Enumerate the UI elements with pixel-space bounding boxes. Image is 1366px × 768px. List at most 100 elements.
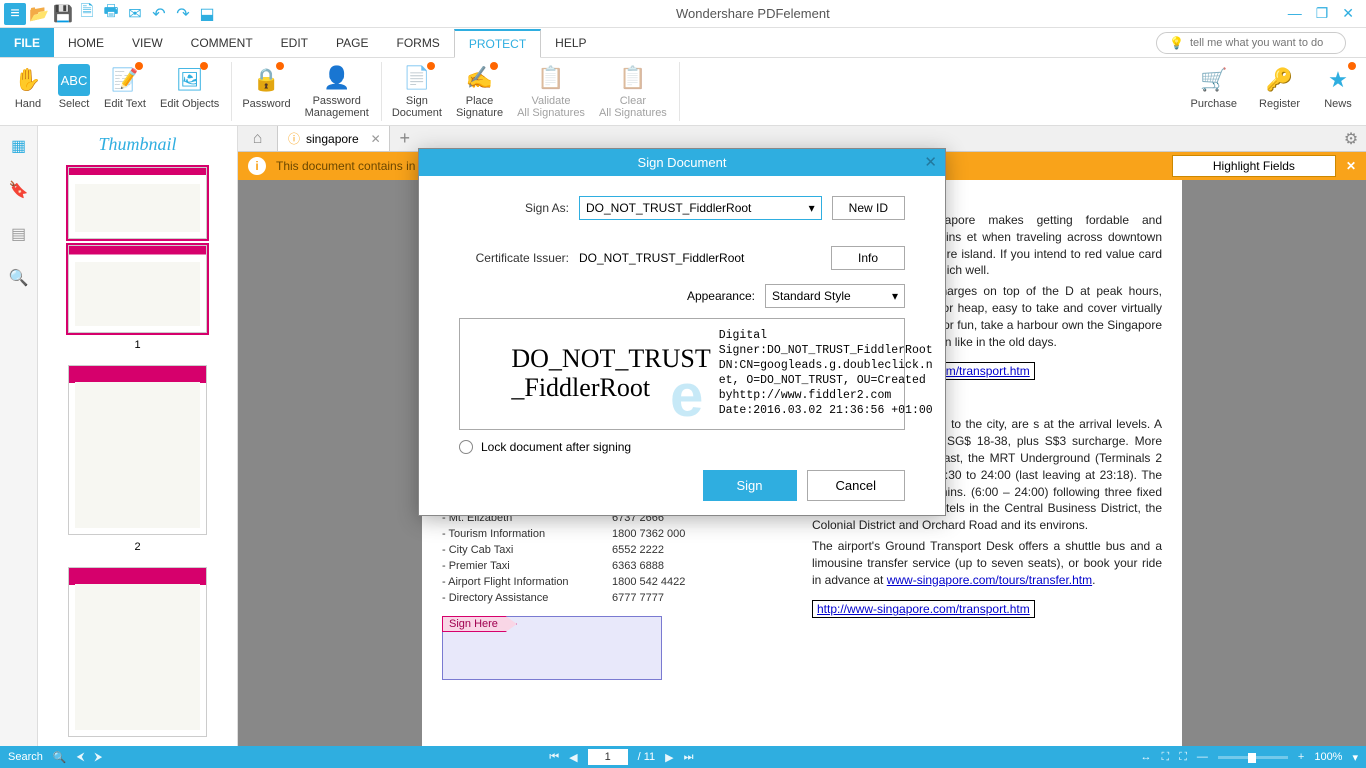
next-page-icon[interactable]: ▶ (665, 751, 673, 764)
thumbnail-title: Thumbnail (38, 126, 237, 163)
document-tab[interactable]: ⓘ singapore ✕ (278, 126, 390, 151)
zoom-out-icon[interactable]: — (1197, 751, 1208, 763)
document-tab-label: singapore (306, 132, 359, 146)
annotations-rail-icon[interactable]: ▤ (9, 224, 29, 244)
edit-objects-button[interactable]: 🖼Edit Objects (154, 62, 225, 121)
bookmarks-rail-icon[interactable]: 🔖 (9, 180, 29, 200)
thumbnails-rail-icon[interactable]: ▦ (9, 136, 29, 156)
contact-row: - City Cab Taxi6552 2222 (442, 542, 792, 558)
link-box-2[interactable]: http://www-singapore.com/transport.htm (812, 600, 1035, 618)
print-icon[interactable]: 🖶 (100, 3, 122, 25)
contact-row: - Airport Flight Information1800 542 442… (442, 574, 792, 590)
status-prev-result-icon[interactable]: ⮜ (77, 751, 85, 764)
tab-edit[interactable]: EDIT (267, 28, 322, 57)
cancel-button[interactable]: Cancel (807, 470, 905, 501)
lock-document-option[interactable]: Lock document after signing (459, 440, 905, 454)
status-search-label[interactable]: Search (8, 751, 43, 763)
tab-help[interactable]: HELP (541, 28, 600, 57)
save-as-icon[interactable]: 🗎 (76, 3, 98, 25)
dialog-close-icon[interactable]: ✕ (924, 153, 937, 171)
radio-icon[interactable] (459, 440, 473, 454)
search-rail-icon[interactable]: 🔍 (9, 268, 29, 288)
key-icon: 🔑 (1264, 64, 1296, 96)
help-search[interactable]: 💡 (1156, 32, 1346, 54)
tab-file[interactable]: FILE (0, 28, 54, 57)
edit-text-button[interactable]: 📝Edit Text (98, 62, 152, 121)
tab-comment[interactable]: COMMENT (177, 28, 267, 57)
tab-view[interactable]: VIEW (118, 28, 177, 57)
place-sig-icon: ✍ (464, 64, 496, 93)
info-button[interactable]: Info (831, 246, 905, 270)
status-search-icon[interactable]: 🔍 (53, 751, 67, 764)
info-icon: ⓘ (288, 130, 300, 147)
open-icon[interactable]: 📂 (28, 3, 50, 25)
undo-icon[interactable]: ↶ (148, 3, 170, 25)
maximize-button[interactable]: ❐ (1316, 5, 1329, 22)
quick-icon[interactable]: ⬓ (196, 3, 218, 25)
close-button[interactable]: ✕ (1342, 5, 1354, 22)
mail-icon[interactable]: ✉ (124, 3, 146, 25)
zoom-slider[interactable] (1218, 756, 1288, 759)
clear-icon: 📋 (617, 64, 649, 93)
prev-page-icon[interactable]: ◀ (569, 751, 577, 764)
news-button[interactable]: ★News (1316, 62, 1360, 112)
contact-row: - Directory Assistance6777 7777 (442, 590, 792, 606)
status-next-result-icon[interactable]: ⮞ (94, 751, 102, 764)
register-button[interactable]: 🔑Register (1253, 62, 1306, 112)
last-page-icon[interactable]: ⏭ (684, 751, 694, 764)
zoom-dropdown-icon[interactable]: ▾ (1352, 751, 1358, 764)
new-id-button[interactable]: New ID (832, 196, 905, 220)
highlight-fields-button[interactable]: Highlight Fields (1172, 155, 1336, 177)
tab-forms[interactable]: FORMS (382, 28, 453, 57)
validate-signatures-button: 📋Validate All Signatures (511, 62, 591, 121)
lock-icon: 🔒 (250, 64, 282, 96)
tab-home[interactable]: HOME (54, 28, 118, 57)
thumbnail-label-2: 2 (68, 541, 207, 553)
zoom-value[interactable]: 100% (1314, 751, 1342, 763)
first-page-icon[interactable]: ⏮ (549, 751, 559, 764)
appearance-dropdown[interactable]: Standard Style▾ (765, 284, 905, 308)
select-tool-button[interactable]: ABCSelect (52, 62, 96, 121)
minimize-button[interactable]: — (1288, 5, 1302, 22)
star-icon: ★ (1322, 64, 1354, 96)
hand-tool-button[interactable]: ✋Hand (6, 62, 50, 121)
menu-bar: FILE HOME VIEW COMMENT EDIT PAGE FORMS P… (0, 28, 1366, 58)
thumbnail-page-3[interactable] (68, 567, 207, 737)
home-tab-icon[interactable]: ⌂ (238, 126, 278, 151)
tab-page[interactable]: PAGE (322, 28, 382, 57)
purchase-button[interactable]: 🛒Purchase (1185, 62, 1243, 112)
signature-field[interactable]: Sign Here (442, 616, 662, 680)
tab-protect[interactable]: PROTECT (454, 29, 541, 58)
save-icon[interactable]: 💾 (52, 3, 74, 25)
sign-button[interactable]: Sign (703, 470, 797, 501)
zoom-in-icon[interactable]: + (1298, 751, 1304, 763)
info-bar-close-icon[interactable]: ✕ (1346, 159, 1356, 173)
appearance-label: Appearance: (687, 289, 755, 303)
password-button[interactable]: 🔒Password (236, 62, 296, 121)
fullscreen-icon[interactable]: ⛶ (1179, 751, 1187, 764)
thumbnail-page-2[interactable] (68, 365, 207, 535)
help-search-input[interactable] (1190, 37, 1333, 49)
signature-preview-details: Digital Signer:DO_NOT_TRUST_FiddlerRoot … (719, 329, 933, 419)
thumbnail-page-1-top[interactable] (68, 167, 207, 239)
add-tab-button[interactable]: + (390, 126, 420, 151)
sign-as-dropdown[interactable]: DO_NOT_TRUST_FiddlerRoot▾ (579, 196, 822, 220)
sign-as-label: Sign As: (459, 201, 569, 215)
close-tab-icon[interactable]: ✕ (371, 132, 381, 146)
tab-settings-icon[interactable]: ⚙ (1336, 126, 1366, 151)
doc-link-2[interactable]: www-singapore.com/tours/transfer.htm (887, 573, 1092, 587)
place-signature-button[interactable]: ✍Place Signature (450, 62, 509, 121)
password-management-button[interactable]: 👤Password Management (299, 62, 375, 121)
issuer-label: Certificate Issuer: (459, 251, 569, 265)
bulb-icon: 💡 (1169, 36, 1184, 50)
sign-document-button[interactable]: 📄Sign Document (386, 62, 448, 121)
thumbnail-page-1-bottom[interactable] (68, 245, 207, 333)
thumbnail-list[interactable]: 1 2 (38, 163, 237, 746)
fit-width-icon[interactable]: ↔ (1140, 751, 1151, 763)
sign-doc-icon: 📄 (401, 64, 433, 93)
page-number-input[interactable] (588, 749, 628, 765)
redo-icon[interactable]: ↷ (172, 3, 194, 25)
status-bar: Search 🔍 ⮜ ⮞ ⏮ ◀ / 11 ▶ ⏭ ↔ ⛶ ⛶ — + 100%… (0, 746, 1366, 768)
app-menu-icon[interactable]: ≡ (4, 3, 26, 25)
fit-page-icon[interactable]: ⛶ (1161, 751, 1169, 764)
